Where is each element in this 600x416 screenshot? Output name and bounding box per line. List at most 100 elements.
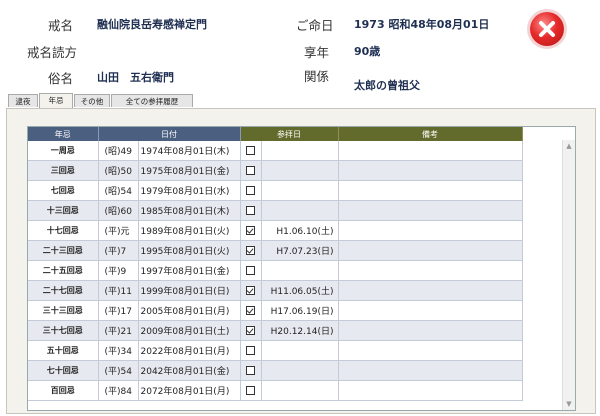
nenki-kind-cell[interactable]: 三十七回忌: [28, 320, 99, 341]
nenki-kind-cell[interactable]: 七十回忌: [28, 360, 99, 381]
visit-checkbox-cell[interactable]: [240, 300, 262, 321]
biko-cell[interactable]: [338, 280, 523, 301]
date-cell[interactable]: 1989年08月01日(火): [138, 220, 241, 241]
biko-cell[interactable]: [338, 260, 523, 281]
scroll-down-icon[interactable]: ▼: [563, 398, 575, 410]
biko-cell[interactable]: [338, 200, 523, 221]
visit-checkbox-cell[interactable]: [240, 280, 262, 301]
visit-checkbox[interactable]: [246, 365, 255, 375]
sanpai-date-cell[interactable]: [261, 141, 339, 161]
nenki-kind-cell[interactable]: 十七回忌: [28, 220, 99, 241]
table-row[interactable]: 五十回忌 (平)34 2022年08月01日(月): [28, 340, 565, 361]
era-year-cell[interactable]: (平)21: [98, 320, 139, 341]
era-year-cell[interactable]: (平)元: [98, 220, 139, 241]
table-row[interactable]: 二十七回忌 (平)11 1999年08月01日(日) H11.06.05(土): [28, 280, 565, 301]
sanpai-date-cell[interactable]: [261, 380, 339, 401]
visit-checkbox[interactable]: [246, 385, 255, 395]
visit-checkbox[interactable]: [246, 345, 255, 355]
visit-checkbox-cell[interactable]: [240, 320, 262, 341]
nenki-kind-cell[interactable]: 百回忌: [28, 380, 99, 401]
visit-checkbox-cell[interactable]: [240, 360, 262, 381]
tab-all-history[interactable]: 全ての参拝履歴: [111, 94, 193, 107]
date-cell[interactable]: 1979年08月01日(水): [138, 180, 241, 201]
table-row[interactable]: 十七回忌 (平)元 1989年08月01日(火) H1.06.10(土): [28, 220, 565, 241]
visit-checkbox-cell[interactable]: [240, 380, 262, 401]
nenki-kind-cell[interactable]: 三回忌: [28, 160, 99, 181]
table-row[interactable]: 二十五回忌 (平)9 1997年08月01日(金): [28, 260, 565, 281]
nenki-kind-cell[interactable]: 三十三回忌: [28, 300, 99, 321]
table-row[interactable]: 十三回忌 (昭)60 1985年08月01日(木): [28, 200, 565, 221]
scroll-up-icon[interactable]: ▲: [563, 140, 575, 152]
sanpai-date-cell[interactable]: H17.06.19(日): [261, 300, 339, 321]
era-year-cell[interactable]: (平)84: [98, 380, 139, 401]
table-row[interactable]: 三回忌 (昭)50 1975年08月01日(金): [28, 160, 565, 181]
visit-checkbox[interactable]: [246, 225, 255, 235]
biko-cell[interactable]: [338, 380, 523, 401]
visit-checkbox-cell[interactable]: [240, 340, 262, 361]
date-cell[interactable]: 2009年08月01日(土): [138, 320, 241, 341]
date-cell[interactable]: 1995年08月01日(火): [138, 240, 241, 261]
biko-cell[interactable]: [338, 340, 523, 361]
nenki-kind-cell[interactable]: 二十七回忌: [28, 280, 99, 301]
visit-checkbox-cell[interactable]: [240, 220, 262, 241]
date-cell[interactable]: 2022年08月01日(月): [138, 340, 241, 361]
sanpai-date-cell[interactable]: [261, 260, 339, 281]
sanpai-date-cell[interactable]: [261, 360, 339, 381]
tab-taiya[interactable]: 逮夜: [8, 94, 38, 107]
era-year-cell[interactable]: (平)9: [98, 260, 139, 281]
date-cell[interactable]: 1999年08月01日(日): [138, 280, 241, 301]
col-header-nenki[interactable]: 年忌: [28, 127, 99, 141]
era-year-cell[interactable]: (平)11: [98, 280, 139, 301]
table-row[interactable]: 七回忌 (昭)54 1979年08月01日(水): [28, 180, 565, 201]
era-year-cell[interactable]: (昭)54: [98, 180, 139, 201]
visit-checkbox[interactable]: [246, 265, 255, 275]
era-year-cell[interactable]: (平)34: [98, 340, 139, 361]
date-cell[interactable]: 1997年08月01日(金): [138, 260, 241, 281]
era-year-cell[interactable]: (平)7: [98, 240, 139, 261]
nenki-kind-cell[interactable]: 一周忌: [28, 141, 99, 161]
biko-cell[interactable]: [338, 160, 523, 181]
tab-nenki[interactable]: 年忌: [39, 93, 73, 108]
visit-checkbox[interactable]: [246, 205, 255, 215]
biko-cell[interactable]: [338, 360, 523, 381]
col-header-date[interactable]: 日付: [98, 127, 241, 141]
tab-other[interactable]: その他: [74, 94, 110, 107]
nenki-kind-cell[interactable]: 二十五回忌: [28, 260, 99, 281]
date-cell[interactable]: 1985年08月01日(木): [138, 200, 241, 221]
date-cell[interactable]: 2042年08月01日(金): [138, 360, 241, 381]
date-cell[interactable]: 2072年08月01日(月): [138, 380, 241, 401]
visit-checkbox[interactable]: [246, 165, 255, 175]
visit-checkbox[interactable]: [246, 145, 255, 155]
biko-cell[interactable]: [338, 240, 523, 261]
nenki-kind-cell[interactable]: 五十回忌: [28, 340, 99, 361]
sanpai-date-cell[interactable]: H20.12.14(日): [261, 320, 339, 341]
visit-checkbox-cell[interactable]: [240, 180, 262, 201]
table-row[interactable]: 百回忌 (平)84 2072年08月01日(月): [28, 380, 565, 401]
sanpai-date-cell[interactable]: H1.06.10(土): [261, 220, 339, 241]
visit-checkbox-cell[interactable]: [240, 141, 262, 161]
vertical-scrollbar[interactable]: ▲ ▼: [562, 140, 575, 410]
visit-checkbox[interactable]: [246, 325, 255, 335]
sanpai-date-cell[interactable]: [261, 200, 339, 221]
col-header-sanpai[interactable]: 参拝日: [240, 127, 339, 141]
nenki-kind-cell[interactable]: 七回忌: [28, 180, 99, 201]
table-row[interactable]: 二十三回忌 (平)7 1995年08月01日(火) H7.07.23(日): [28, 240, 565, 261]
sanpai-date-cell[interactable]: [261, 160, 339, 181]
visit-checkbox-cell[interactable]: [240, 260, 262, 281]
era-year-cell[interactable]: (昭)49: [98, 141, 139, 161]
nenki-kind-cell[interactable]: 二十三回忌: [28, 240, 99, 261]
era-year-cell[interactable]: (平)17: [98, 300, 139, 321]
table-row[interactable]: 三十七回忌 (平)21 2009年08月01日(土) H20.12.14(日): [28, 320, 565, 341]
date-cell[interactable]: 1974年08月01日(木): [138, 141, 241, 161]
era-year-cell[interactable]: (昭)50: [98, 160, 139, 181]
table-row[interactable]: 三十三回忌 (平)17 2005年08月01日(月) H17.06.19(日): [28, 300, 565, 321]
visit-checkbox[interactable]: [246, 305, 255, 315]
biko-cell[interactable]: [338, 300, 523, 321]
sanpai-date-cell[interactable]: [261, 340, 339, 361]
date-cell[interactable]: 1975年08月01日(金): [138, 160, 241, 181]
biko-cell[interactable]: [338, 141, 523, 161]
table-row[interactable]: 一周忌 (昭)49 1974年08月01日(木): [28, 141, 565, 161]
close-button[interactable]: [530, 12, 564, 46]
visit-checkbox[interactable]: [246, 185, 255, 195]
visit-checkbox-cell[interactable]: [240, 240, 262, 261]
